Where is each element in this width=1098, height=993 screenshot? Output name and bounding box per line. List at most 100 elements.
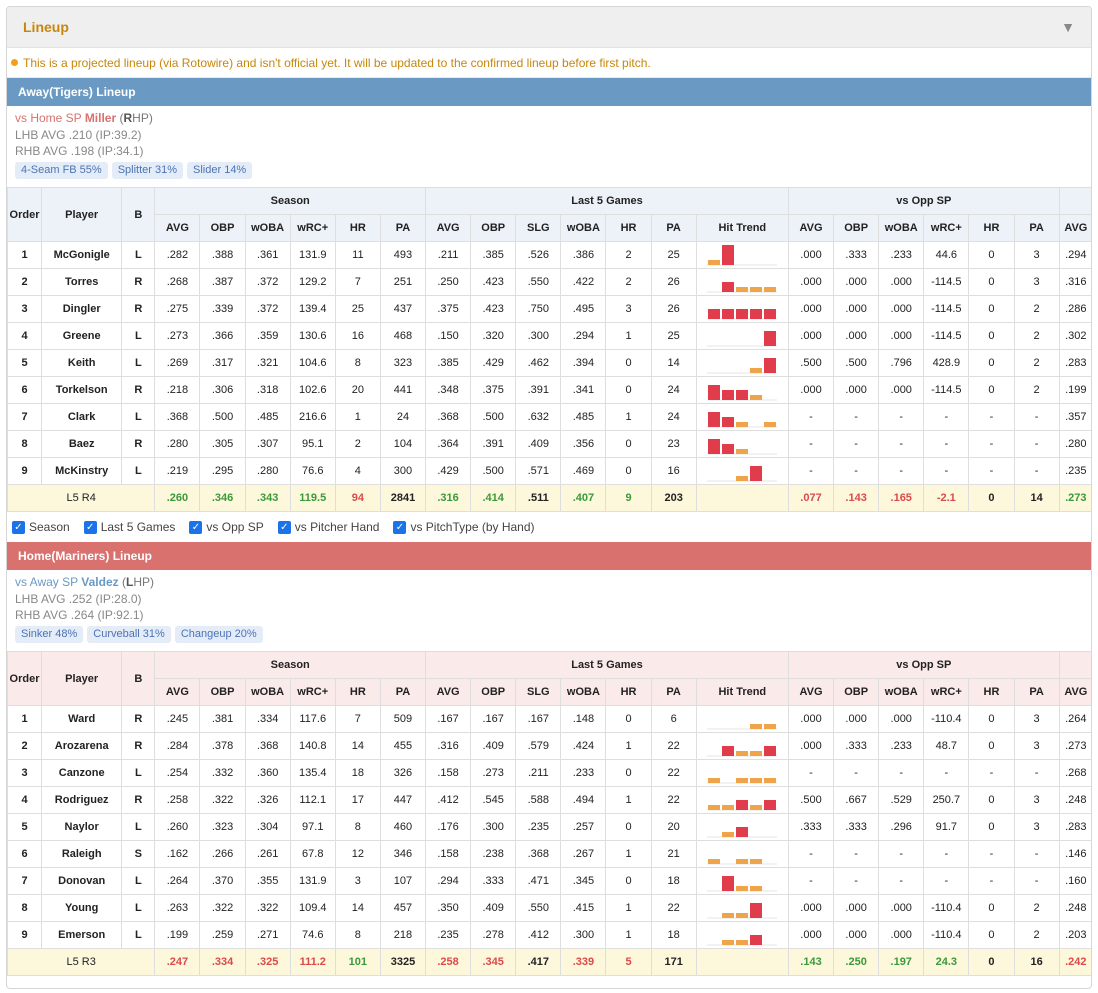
col-vs-opp-4[interactable]: HR bbox=[968, 678, 1015, 706]
filter-checkbox[interactable]: ✓ vs Opp SP bbox=[189, 520, 264, 534]
player-name[interactable]: Canzone bbox=[41, 759, 123, 787]
col-extra-avg[interactable]: AVG bbox=[1058, 214, 1091, 242]
col-vs-opp-2[interactable]: wOBA bbox=[878, 214, 925, 242]
col-season-1[interactable]: OBP bbox=[199, 214, 246, 242]
checkbox-checked-icon[interactable]: ✓ bbox=[12, 520, 25, 534]
player-name[interactable]: Ward bbox=[41, 705, 123, 733]
lineup-header[interactable]: Lineup ▼ bbox=[7, 7, 1091, 48]
col-season-1[interactable]: OBP bbox=[199, 678, 246, 706]
table-row: 5 Keith L .269.317.321 104.6 8 323.385.429.462… bbox=[7, 349, 1091, 377]
col-vs-opp-0[interactable]: AVG bbox=[787, 214, 835, 242]
col-player[interactable]: Player bbox=[41, 187, 123, 242]
filter-checkbox[interactable]: ✓ vs Pitcher Hand bbox=[277, 520, 379, 534]
col-last5-4[interactable]: HR bbox=[605, 214, 652, 242]
checkbox-checked-icon[interactable]: ✓ bbox=[83, 520, 97, 534]
checkbox-checked-icon[interactable]: ✓ bbox=[393, 520, 407, 534]
col-season-0[interactable]: AVG bbox=[154, 678, 201, 706]
player-name[interactable]: Donovan bbox=[41, 867, 123, 895]
col-season-4[interactable]: HR bbox=[334, 214, 381, 242]
player-name[interactable]: Baez bbox=[41, 430, 123, 458]
season-stat: 24 bbox=[379, 403, 427, 431]
col-order[interactable]: Order bbox=[7, 187, 43, 242]
player-name[interactable]: Naylor bbox=[41, 813, 123, 841]
col-season-3[interactable]: wRC+ bbox=[289, 678, 336, 706]
player-name[interactable]: Greene bbox=[41, 322, 123, 350]
col-season-3[interactable]: wRC+ bbox=[289, 214, 336, 242]
player-name[interactable]: McGonigle bbox=[41, 241, 123, 269]
player-name[interactable]: Clark bbox=[41, 403, 123, 431]
table-row: 2 Arozarena R .284.378.368 140.8 14 455.316.40… bbox=[7, 732, 1091, 760]
filter-checkbox[interactable]: ✓ vs PitchType (by Hand) bbox=[393, 520, 535, 534]
player-name[interactable]: McKinstry bbox=[41, 457, 123, 485]
player-name[interactable]: Keith bbox=[41, 349, 123, 377]
col-vs-opp-3[interactable]: wRC+ bbox=[923, 214, 970, 242]
totals-season-stat: .346 bbox=[199, 484, 246, 512]
player-name[interactable]: Dingler bbox=[41, 295, 123, 323]
last5-stat: .412 bbox=[425, 786, 472, 814]
filter-checkbox[interactable]: ✓ Season bbox=[12, 520, 70, 534]
col-last5-1[interactable]: OBP bbox=[470, 678, 517, 706]
away-lineup-bar[interactable]: Away(Tigers) Lineup bbox=[7, 78, 1091, 106]
col-last5-4[interactable]: HR bbox=[605, 678, 652, 706]
col-season-5[interactable]: PA bbox=[379, 214, 427, 242]
col-vs-opp-5[interactable]: PA bbox=[1013, 678, 1060, 706]
col-season-5[interactable]: PA bbox=[379, 678, 427, 706]
col-vs-opp-1[interactable]: OBP bbox=[833, 214, 880, 242]
vs-opp-stat: 2 bbox=[1013, 921, 1060, 949]
last5-stat: 0 bbox=[605, 349, 652, 377]
col-vs-opp-1[interactable]: OBP bbox=[833, 678, 880, 706]
col-last5-6[interactable]: Hit Trend bbox=[695, 214, 789, 242]
player-name[interactable]: Young bbox=[41, 894, 123, 922]
col-last5-3[interactable]: wOBA bbox=[560, 678, 607, 706]
triangle-down-icon[interactable]: ▼ bbox=[1061, 19, 1075, 35]
hit-trend-bar bbox=[764, 800, 777, 810]
col-player[interactable]: Player bbox=[41, 651, 123, 706]
col-last5-5[interactable]: PA bbox=[650, 678, 697, 706]
last5-stat: 1 bbox=[605, 840, 652, 868]
col-vs-opp-4[interactable]: HR bbox=[968, 214, 1015, 242]
col-vs-opp-0[interactable]: AVG bbox=[787, 678, 835, 706]
col-vs-opp-5[interactable]: PA bbox=[1013, 214, 1060, 242]
col-order[interactable]: Order bbox=[7, 651, 43, 706]
col-last5-2[interactable]: SLG bbox=[515, 678, 562, 706]
col-season-2[interactable]: wOBA bbox=[244, 678, 291, 706]
player-name[interactable]: Raleigh bbox=[41, 840, 123, 868]
col-last5-0[interactable]: AVG bbox=[425, 678, 472, 706]
sp-name[interactable]: Miller bbox=[85, 111, 116, 125]
col-bats[interactable]: B bbox=[121, 187, 156, 242]
hit-trend-cell bbox=[695, 894, 789, 922]
batting-order: 1 bbox=[7, 705, 43, 733]
col-last5-3[interactable]: wOBA bbox=[560, 214, 607, 242]
vs-opp-stat: - bbox=[923, 430, 970, 458]
col-last5-1[interactable]: OBP bbox=[470, 214, 517, 242]
checkbox-checked-icon[interactable]: ✓ bbox=[189, 520, 203, 534]
player-name[interactable]: Arozarena bbox=[41, 732, 123, 760]
home-lineup-bar[interactable]: Home(Mariners) Lineup bbox=[7, 542, 1091, 570]
pitch-type-pill[interactable]: Changeup 20% bbox=[174, 625, 263, 643]
pitch-type-pill[interactable]: Slider 14% bbox=[187, 161, 253, 179]
col-last5-6[interactable]: Hit Trend bbox=[695, 678, 789, 706]
batting-order: 4 bbox=[7, 786, 43, 814]
col-season-0[interactable]: AVG bbox=[154, 214, 201, 242]
player-name[interactable]: Emerson bbox=[41, 921, 123, 949]
col-last5-5[interactable]: PA bbox=[650, 214, 697, 242]
sp-name[interactable]: Valdez bbox=[81, 575, 118, 589]
pitch-type-pill[interactable]: Sinker 48% bbox=[15, 625, 84, 643]
filter-checkbox[interactable]: ✓ Last 5 Games bbox=[83, 520, 175, 534]
pitch-type-pill[interactable]: Splitter 31% bbox=[111, 161, 184, 179]
pitch-type-pill[interactable]: 4-Seam FB 55% bbox=[15, 161, 108, 179]
col-last5-2[interactable]: SLG bbox=[515, 214, 562, 242]
col-extra-avg[interactable]: AVG bbox=[1058, 678, 1091, 706]
player-name[interactable]: Rodriguez bbox=[41, 786, 123, 814]
pitch-type-pill[interactable]: Curveball 31% bbox=[87, 625, 171, 643]
player-name[interactable]: Torres bbox=[41, 268, 123, 296]
player-name[interactable]: Torkelson bbox=[41, 376, 123, 404]
col-vs-opp-2[interactable]: wOBA bbox=[878, 678, 925, 706]
col-season-4[interactable]: HR bbox=[334, 678, 381, 706]
col-vs-opp-3[interactable]: wRC+ bbox=[923, 678, 970, 706]
col-bats[interactable]: B bbox=[121, 651, 156, 706]
vs-opp-stat: -110.4 bbox=[923, 705, 970, 733]
col-last5-0[interactable]: AVG bbox=[425, 214, 472, 242]
checkbox-checked-icon[interactable]: ✓ bbox=[277, 520, 291, 534]
col-season-2[interactable]: wOBA bbox=[244, 214, 291, 242]
